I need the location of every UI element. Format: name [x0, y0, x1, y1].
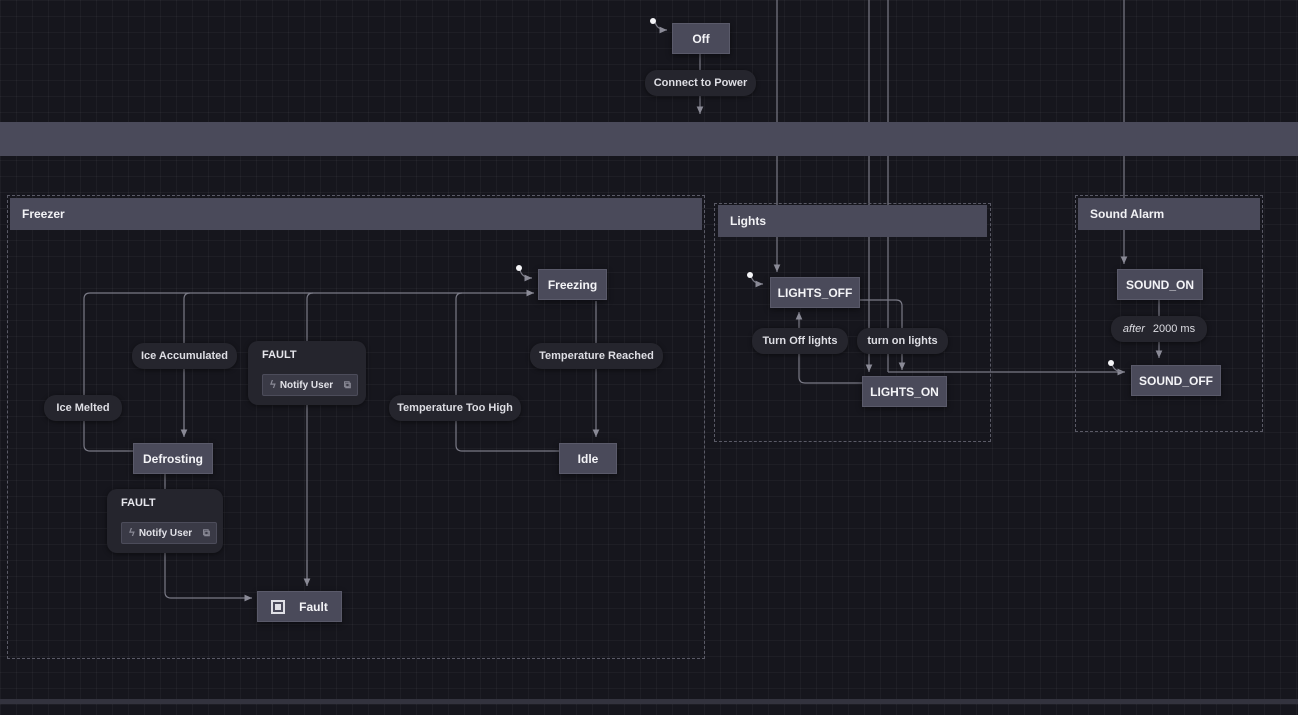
- fault-event-label: FAULT: [262, 349, 297, 361]
- state-fault-label: Fault: [299, 599, 328, 614]
- state-sound-on[interactable]: SOUND_ON: [1117, 269, 1203, 300]
- state-fault[interactable]: Fault: [257, 591, 342, 622]
- lightning-bolt-icon: ϟ: [129, 527, 135, 539]
- region-sound-alarm-header[interactable]: Sound Alarm: [1078, 198, 1260, 230]
- initial-state-icon: [516, 265, 522, 271]
- transition-ice-accumulated[interactable]: Ice Accumulated: [132, 343, 237, 369]
- region-lights[interactable]: [714, 203, 991, 442]
- region-lights-header[interactable]: Lights: [718, 205, 987, 237]
- state-sound-off[interactable]: SOUND_OFF: [1131, 365, 1221, 396]
- state-freezing[interactable]: Freezing: [538, 269, 607, 300]
- lightning-bolt-icon: ϟ: [270, 379, 276, 391]
- initial-state-icon: [747, 272, 753, 278]
- state-idle[interactable]: Idle: [559, 443, 617, 474]
- state-off[interactable]: Off: [672, 23, 730, 54]
- after-keyword: after: [1122, 323, 1145, 335]
- notify-user-action[interactable]: ϟ Notify User ⧉: [262, 374, 358, 396]
- transition-temperature-reached[interactable]: Temperature Reached: [530, 343, 663, 369]
- transition-turn-off-lights[interactable]: Turn Off lights: [752, 328, 848, 354]
- after-delay-value: 2000 ms: [1152, 323, 1196, 335]
- notify-user-label: Notify User: [138, 527, 193, 539]
- state-lights-on[interactable]: LIGHTS_ON: [862, 376, 947, 407]
- fault-transition-card[interactable]: FAULT ϟ Notify User ⧉: [248, 341, 366, 405]
- transition-ice-melted[interactable]: Ice Melted: [44, 395, 122, 421]
- state-defrosting[interactable]: Defrosting: [133, 443, 213, 474]
- state-lights-off[interactable]: LIGHTS_OFF: [770, 277, 860, 308]
- region-sound-alarm[interactable]: [1075, 195, 1263, 432]
- root-state-bottom-border: [0, 699, 1298, 704]
- edit-icon[interactable]: ⧉: [203, 528, 210, 539]
- transition-connect-to-power[interactable]: Connect to Power: [645, 70, 756, 96]
- region-freezer-header[interactable]: Freezer: [10, 198, 702, 230]
- notify-user-label: Notify User: [279, 379, 334, 391]
- fault-transition-card[interactable]: FAULT ϟ Notify User ⧉: [107, 489, 223, 553]
- parallel-state-header[interactable]: [0, 122, 1298, 156]
- transition-after-delay[interactable]: after 2000 ms: [1111, 316, 1207, 342]
- initial-state-icon: [1108, 360, 1114, 366]
- transition-turn-on-lights[interactable]: turn on lights: [857, 328, 948, 354]
- notify-user-action[interactable]: ϟ Notify User ⧉: [121, 522, 217, 544]
- fault-event-label: FAULT: [121, 497, 156, 509]
- transition-temperature-too-high[interactable]: Temperature Too High: [389, 395, 521, 421]
- region-freezer[interactable]: [7, 195, 705, 659]
- initial-state-icon: [650, 18, 656, 24]
- edit-icon[interactable]: ⧉: [344, 380, 351, 391]
- final-state-icon: [271, 599, 286, 614]
